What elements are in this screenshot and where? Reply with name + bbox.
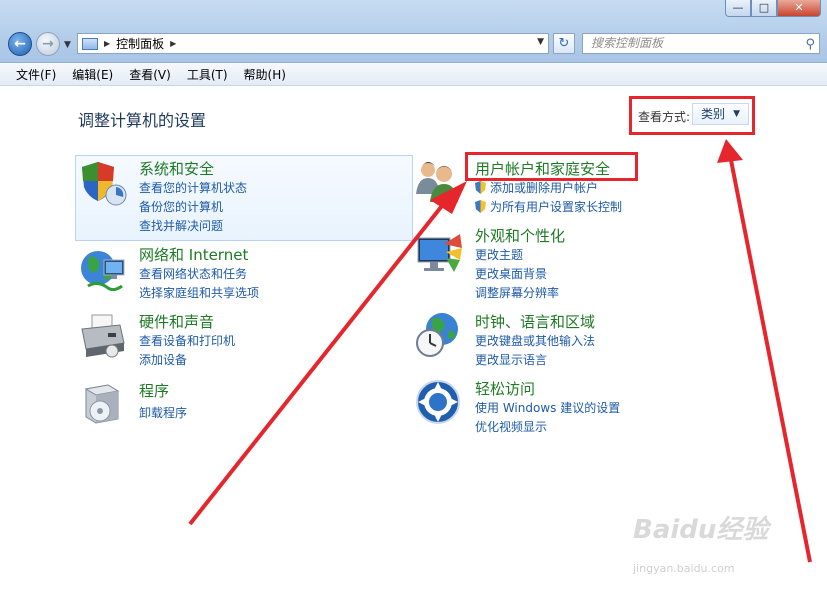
arrowhead-view-by xyxy=(717,139,743,163)
arrowhead-user-accounts xyxy=(430,181,467,214)
watermark-logo: Baidu经验 xyxy=(633,515,769,545)
arrow-to-view-by xyxy=(728,154,812,563)
arrow-to-user-accounts xyxy=(188,200,447,526)
watermark-url: jingyan.baidu.com xyxy=(633,562,735,575)
control-panel-window: — □ ✕ ← → ▼ ▶ 控制面板 ▶ ▼ ↻ 搜索控制面板 ⚲ 文件(F) … xyxy=(0,0,827,598)
